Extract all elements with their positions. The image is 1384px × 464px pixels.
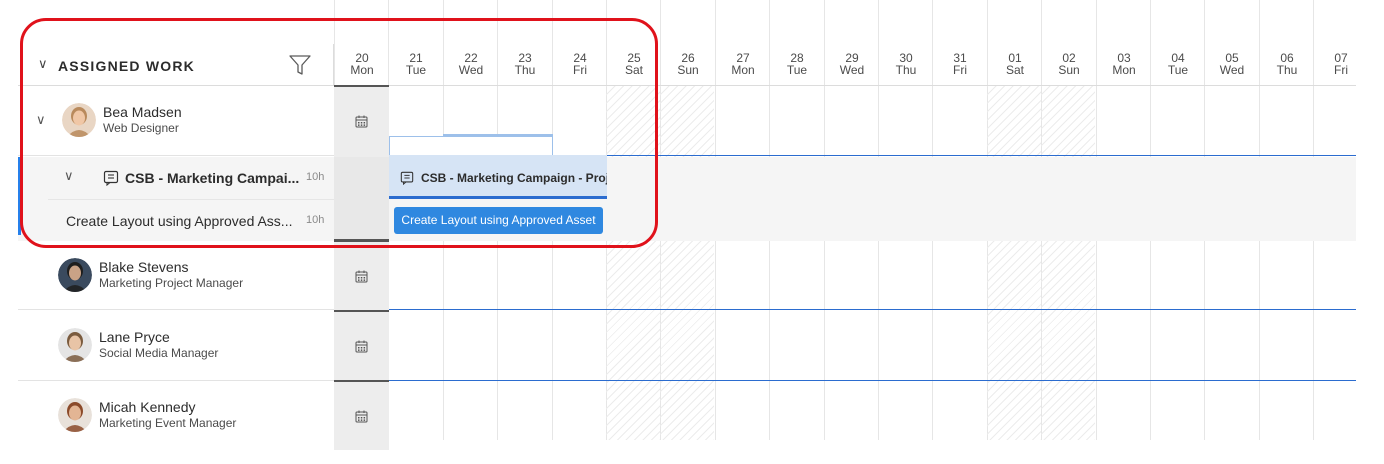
project-hours: 10h bbox=[306, 171, 325, 183]
avatar bbox=[62, 103, 96, 137]
day-of-week: Thu bbox=[514, 63, 536, 77]
availability-cell[interactable] bbox=[334, 380, 389, 450]
person-role: Web Designer bbox=[103, 121, 179, 135]
day-header-28: 28 Tue bbox=[770, 52, 824, 76]
person-row[interactable]: Micah Kennedy Marketing Event Manager bbox=[18, 381, 334, 451]
person-role: Social Media Manager bbox=[99, 346, 219, 360]
day-of-week: Mon bbox=[350, 63, 374, 77]
chevron-down-icon[interactable]: ∨ bbox=[38, 56, 48, 72]
calendar-icon[interactable] bbox=[355, 270, 368, 283]
section-title: ASSIGNED WORK bbox=[58, 58, 195, 74]
day-of-week: Mon bbox=[1112, 63, 1136, 77]
weekend-column bbox=[1041, 86, 1095, 440]
day-of-week: Sat bbox=[1005, 63, 1024, 77]
project-name[interactable]: CSB - Marketing Campai... bbox=[125, 170, 299, 186]
row-divider bbox=[48, 199, 334, 200]
day-header-27: 27 Mon bbox=[716, 52, 770, 76]
person-row[interactable]: ∨ Bea Madsen Web Designer bbox=[18, 86, 334, 156]
project-icon bbox=[103, 170, 119, 186]
avatar bbox=[58, 398, 92, 432]
day-of-week: Wed bbox=[1219, 63, 1245, 77]
availability-cell[interactable] bbox=[334, 310, 389, 380]
schedule-view: ∨ ASSIGNED WORK 20 Mon 21 Tue 22 Wed 23 Thu 24 Fr… bbox=[0, 0, 1384, 464]
project-bar-outline bbox=[389, 136, 553, 156]
availability-cell[interactable] bbox=[334, 85, 389, 155]
task-name[interactable]: Create Layout using Approved Ass... bbox=[66, 213, 292, 229]
day-header-22: 22 Wed bbox=[444, 52, 498, 76]
project-gantt-bar[interactable]: CSB - Marketing Campaign - Proje bbox=[389, 155, 607, 199]
calendar-icon[interactable] bbox=[355, 115, 368, 128]
day-of-week: Fri bbox=[1334, 63, 1348, 77]
day-of-week: Thu bbox=[1276, 63, 1298, 77]
day-header-04: 04 Tue bbox=[1151, 52, 1205, 76]
project-icon bbox=[400, 171, 414, 185]
assigned-work-header: ∨ ASSIGNED WORK bbox=[18, 44, 334, 86]
day-header-20: 20 Mon bbox=[335, 52, 389, 76]
person-row[interactable]: Lane Pryce Social Media Manager bbox=[18, 311, 334, 381]
day-header-06: 06 Thu bbox=[1260, 52, 1314, 76]
day-header-03: 03 Mon bbox=[1097, 52, 1151, 76]
day-of-week: Tue bbox=[786, 63, 808, 77]
row-divider-accent bbox=[389, 380, 1356, 381]
filter-icon[interactable] bbox=[288, 53, 312, 77]
availability-cell[interactable] bbox=[334, 240, 389, 310]
day-of-week: Tue bbox=[405, 63, 427, 77]
day-header-25: 25 Sat bbox=[607, 52, 661, 76]
person-role: Marketing Project Manager bbox=[99, 276, 244, 290]
chevron-down-icon[interactable]: ∨ bbox=[36, 112, 46, 128]
row-divider-accent bbox=[389, 309, 1356, 310]
avatar bbox=[58, 328, 92, 362]
person-name: Lane Pryce bbox=[99, 329, 170, 345]
person-name: Micah Kennedy bbox=[99, 399, 196, 415]
day-of-week: Wed bbox=[458, 63, 484, 77]
day-header-07: 07 Fri bbox=[1314, 52, 1368, 76]
task-gantt-bar[interactable]: Create Layout using Approved Asset bbox=[394, 207, 603, 234]
today-project-cell bbox=[334, 157, 389, 241]
person-name: Blake Stevens bbox=[99, 259, 189, 275]
project-bar-outline-top bbox=[443, 134, 553, 136]
calendar-icon[interactable] bbox=[355, 340, 368, 353]
day-of-week: Fri bbox=[573, 63, 587, 77]
day-header-02: 02 Sun bbox=[1042, 52, 1096, 76]
day-of-week: Tue bbox=[1167, 63, 1189, 77]
day-of-week: Mon bbox=[731, 63, 755, 77]
day-of-week: Sat bbox=[624, 63, 643, 77]
day-of-week: Wed bbox=[839, 63, 865, 77]
day-of-week: Thu bbox=[895, 63, 917, 77]
day-header-30: 30 Thu bbox=[879, 52, 933, 76]
day-header-26: 26 Sun bbox=[661, 52, 715, 76]
person-role: Marketing Event Manager bbox=[99, 416, 237, 430]
day-of-week: Sun bbox=[1058, 63, 1080, 77]
project-bar-label: CSB - Marketing Campaign - Proje bbox=[421, 171, 607, 185]
day-header-01: 01 Sat bbox=[988, 52, 1042, 76]
day-header-21: 21 Tue bbox=[389, 52, 443, 76]
weekend-column bbox=[660, 86, 714, 440]
day-header-23: 23 Thu bbox=[498, 52, 552, 76]
day-header-29: 29 Wed bbox=[825, 52, 879, 76]
weekend-column bbox=[987, 86, 1041, 440]
day-header-31: 31 Fri bbox=[933, 52, 987, 76]
person-row[interactable]: Blake Stevens Marketing Project Manager bbox=[18, 241, 334, 311]
calendar-icon[interactable] bbox=[355, 410, 368, 423]
day-header-05: 05 Wed bbox=[1205, 52, 1259, 76]
day-header-24: 24 Fri bbox=[553, 52, 607, 76]
weekend-column bbox=[606, 86, 660, 440]
chevron-down-icon[interactable]: ∨ bbox=[64, 168, 74, 184]
task-hours: 10h bbox=[306, 214, 325, 226]
avatar bbox=[58, 258, 92, 292]
person-name: Bea Madsen bbox=[103, 104, 182, 120]
project-row-accent bbox=[18, 157, 21, 235]
day-of-week: Sun bbox=[677, 63, 699, 77]
day-of-week: Fri bbox=[953, 63, 967, 77]
